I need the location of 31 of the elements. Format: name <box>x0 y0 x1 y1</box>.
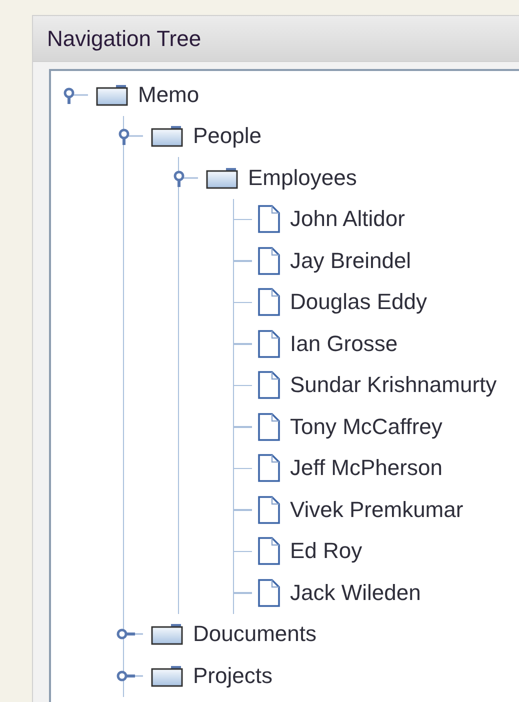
document-icon <box>258 578 280 607</box>
tree-item-label[interactable]: Memo <box>138 84 200 106</box>
tree-item-label[interactable]: Jay Breindel <box>290 250 412 272</box>
folder-icon <box>151 664 183 687</box>
document-icon <box>258 496 280 524</box>
tree-item-label[interactable]: People <box>193 125 262 148</box>
document-icon <box>258 205 280 234</box>
document-icon <box>258 246 280 275</box>
folder-icon <box>151 125 183 148</box>
document-icon <box>258 371 280 400</box>
tree-item-label[interactable]: Vivek Premkumar <box>290 498 464 521</box>
document-icon <box>258 288 280 316</box>
tree-item-label[interactable]: John Altidor <box>290 208 405 230</box>
document-icon <box>258 330 280 358</box>
tree-item-label[interactable]: Employees <box>248 166 357 189</box>
folder-icon <box>206 166 238 189</box>
document-icon <box>258 412 280 441</box>
document-icon <box>258 454 280 482</box>
panel-title: Navigation Tree <box>47 25 202 53</box>
folder-icon <box>96 84 128 106</box>
tree-item-label[interactable]: Doucuments <box>193 623 317 646</box>
tree-item-label[interactable]: Douglas Eddy <box>290 291 427 314</box>
tree-item-label[interactable]: Tony McCaffrey <box>290 416 442 438</box>
document-icon <box>258 537 280 566</box>
tree-item-label[interactable]: Sundar Krishnamurty <box>290 374 497 396</box>
folder-icon <box>151 623 183 646</box>
tree-item-label[interactable]: Ian Grosse <box>290 332 398 355</box>
tree-item-label[interactable]: Jeff McPherson <box>290 457 442 480</box>
tree-item-label[interactable]: Projects <box>193 664 272 687</box>
tree-item-label[interactable]: Ed Roy <box>290 540 362 562</box>
tree-item-label[interactable]: Jack Wileden <box>290 582 421 604</box>
